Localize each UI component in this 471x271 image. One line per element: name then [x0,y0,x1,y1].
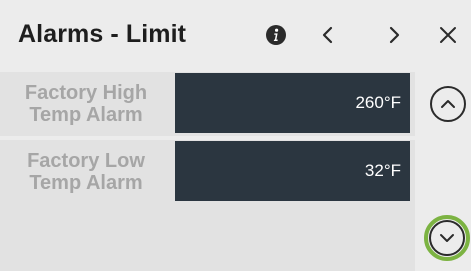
close-button[interactable] [431,18,465,52]
list-item-factory-high-temp-alarm: Factory High Temp Alarm 260°F [0,72,415,135]
header-bar: Alarms - Limit [0,0,471,72]
scroll-up-button[interactable] [430,86,466,122]
chevron-down-icon [440,234,454,242]
factory-low-temp-alarm-value-field[interactable]: 32°F [175,141,410,201]
list-item-factory-low-temp-alarm: Factory Low Temp Alarm 32°F [0,140,415,203]
setting-label: Factory High Temp Alarm [0,72,172,135]
alarms-limit-panel: Alarms - Limit Factory High Temp Alarm 2… [0,0,471,271]
factory-high-temp-alarm-value-field[interactable]: 260°F [175,73,410,133]
chevron-right-icon [389,26,400,44]
empty-list-area [0,208,415,271]
page-title: Alarms - Limit [18,20,187,48]
scroll-down-button[interactable] [429,220,465,256]
previous-button[interactable] [311,18,345,52]
info-button[interactable] [259,18,293,52]
setting-label-line: Factory Low [27,149,145,172]
info-icon [266,25,286,45]
chevron-left-icon [322,26,333,44]
setting-label-line: Factory High [24,81,148,104]
setting-label-line: Temp Alarm [29,171,143,194]
next-button[interactable] [377,18,411,52]
chevron-up-icon [441,100,455,108]
close-icon [440,27,456,43]
setting-label: Factory Low Temp Alarm [0,140,172,203]
scroll-down-highlight[interactable] [424,215,470,261]
setting-label-line: Temp Alarm [29,103,143,126]
